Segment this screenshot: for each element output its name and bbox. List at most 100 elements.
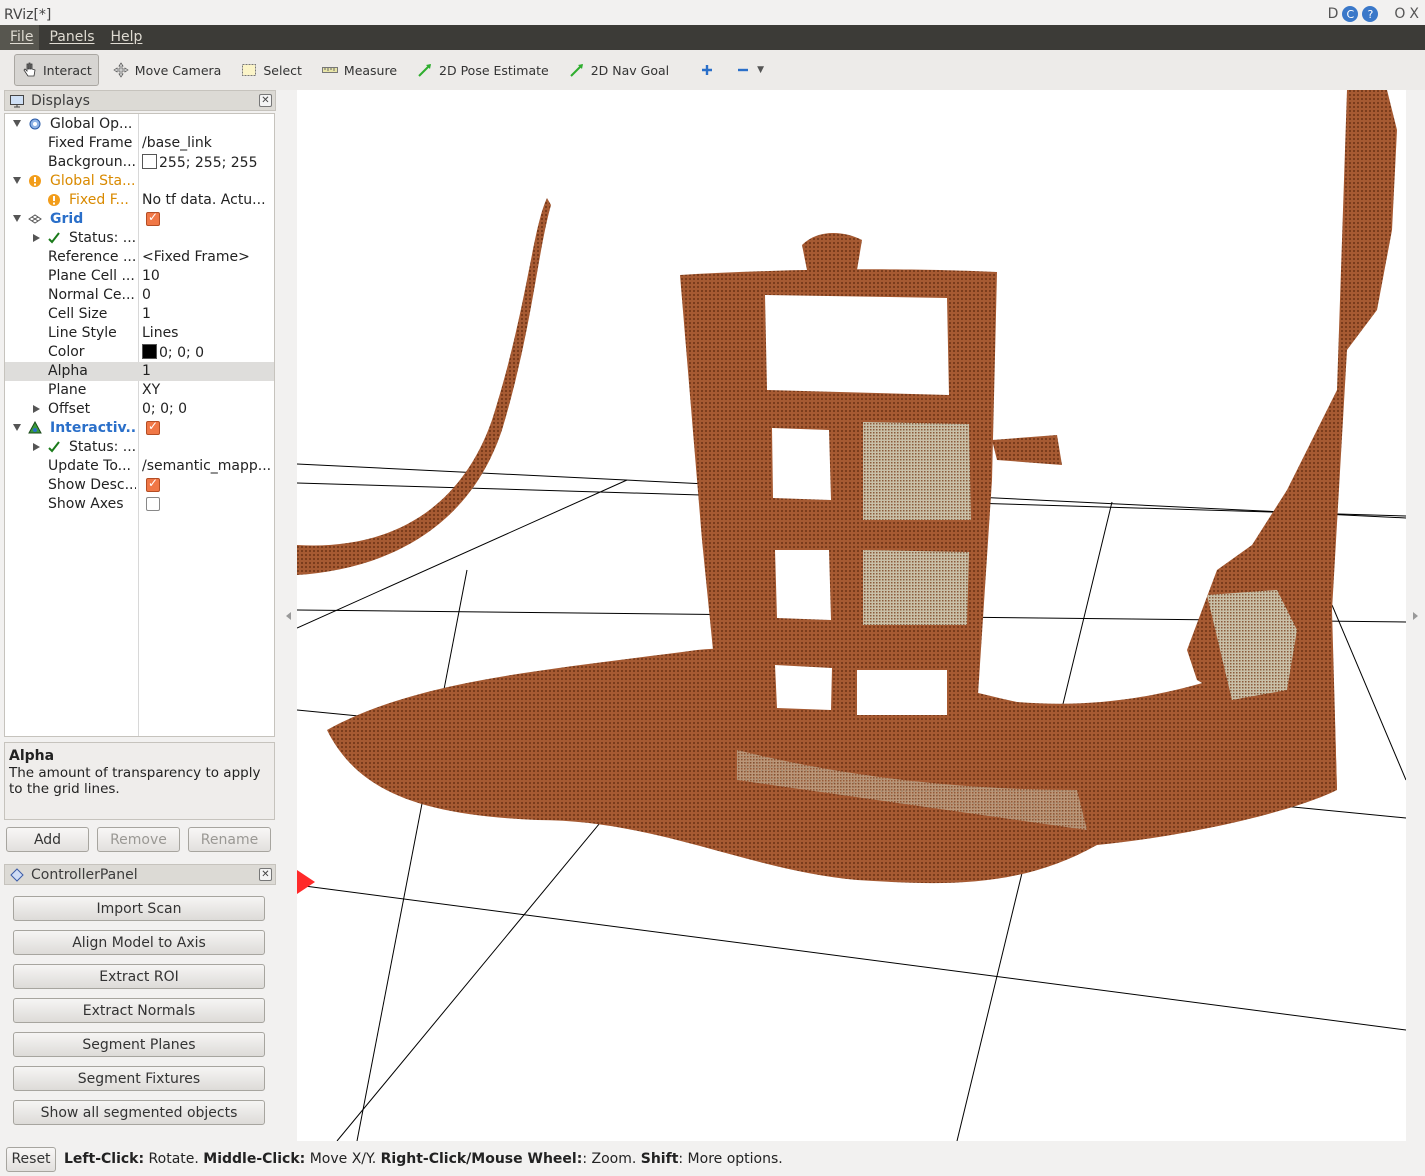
display-row[interactable]: Status: ... [5,438,274,457]
display-row-label: Offset [48,401,91,417]
chevron-right-icon[interactable] [33,234,40,242]
display-row-label: Show Desc... [48,477,136,493]
display-checkbox[interactable] [146,497,160,511]
splitter-handle[interactable] [286,612,291,620]
window-title: RViz[*] [4,7,52,23]
tool-bar: Interact Move Camera Select Measure 2D P… [0,50,1425,90]
display-row[interactable]: Global Sta... [5,172,274,191]
display-row-label: Interactiv... [50,420,136,436]
render-viewport[interactable] [297,90,1406,1141]
display-checkbox[interactable] [146,210,160,226]
rename-button[interactable]: Rename [188,827,271,852]
display-row[interactable]: Cell Size 1 [5,305,274,324]
chevron-down-icon[interactable] [13,177,21,184]
remove-tool-button[interactable]: ▼ [729,54,770,86]
segment-planes-button[interactable]: Segment Planes [13,1032,265,1057]
tool-label: Select [263,62,302,78]
display-checkbox[interactable] [146,419,160,435]
display-row-value[interactable]: No tf data. Actu... [142,192,274,208]
tool-2d-nav-goal[interactable]: 2D Nav Goal [563,54,675,86]
display-row-value[interactable]: <Fixed Frame> [142,249,274,265]
window-control-c[interactable]: C [1342,6,1359,22]
display-checkbox[interactable] [146,476,160,492]
show-segmented-button[interactable]: Show all segmented objects [13,1100,265,1125]
display-row[interactable]: Plane XY [5,381,274,400]
display-row-value[interactable]: 10 [142,268,274,284]
align-model-button[interactable]: Align Model to Axis [13,930,265,955]
chevron-down-icon[interactable] [13,424,21,431]
close-icon[interactable]: X [1409,6,1419,22]
display-row[interactable]: Global Op... [5,115,274,134]
display-row[interactable]: Update To... /semantic_mapp... [5,457,274,476]
displays-tree[interactable]: Global Op... Fixed Frame/base_link Backgro… [4,113,275,737]
chevron-down-icon[interactable] [13,120,21,127]
controller-panel-title: ControllerPanel ✕ [4,864,276,885]
add-button[interactable]: Add [6,827,89,852]
display-row-value[interactable]: /base_link [142,135,274,151]
menu-file[interactable]: File [0,25,40,50]
display-row-value[interactable]: 0 [142,287,274,303]
color-swatch[interactable] [142,344,157,359]
display-row[interactable]: Backgroun... 255; 255; 255 [5,153,274,172]
display-row-value[interactable]: /semantic_mapp... [142,458,274,474]
segment-fixtures-button[interactable]: Segment Fixtures [13,1066,265,1091]
extract-normals-button[interactable]: Extract Normals [13,998,265,1023]
display-row-value[interactable]: Lines [142,325,274,341]
display-row-value[interactable]: XY [142,382,274,398]
display-row-label: Grid [50,211,84,227]
chevron-down-icon[interactable] [13,215,21,222]
extract-roi-button[interactable]: Extract ROI [13,964,265,989]
tool-move-camera[interactable]: Move Camera [107,54,228,86]
splitter-handle[interactable] [1413,612,1418,620]
hand-pointer-icon [21,62,37,78]
display-row[interactable]: Fixed F... No tf data. Actu... [5,191,274,210]
display-row-value[interactable]: 1 [142,306,274,322]
chevron-right-icon[interactable] [33,405,40,413]
display-row[interactable]: Status: ... [5,229,274,248]
close-icon[interactable]: ✕ [259,868,272,881]
tool-select[interactable]: Select [235,54,308,86]
display-row-value[interactable]: 1 [142,363,274,379]
display-row[interactable]: Color 0; 0; 0 [5,343,274,362]
menu-panels[interactable]: Panels [39,25,100,50]
tool-label: Measure [343,62,398,78]
display-row[interactable]: Interactiv... [5,419,274,438]
add-tool-button[interactable] [693,54,721,86]
controller-title: ControllerPanel [31,866,138,883]
display-row[interactable]: Grid [5,210,274,229]
tool-measure[interactable]: Measure [316,54,403,86]
hint-text: : More options. [678,1151,783,1167]
display-row[interactable]: Fixed Frame/base_link [5,134,274,153]
warning-icon [47,193,61,207]
display-row[interactable]: Plane Cell ... 10 [5,267,274,286]
display-row-label: Cell Size [48,306,108,322]
display-row[interactable]: Show Axes [5,495,274,514]
right-dock-strip [1406,90,1425,1141]
reset-button[interactable]: Reset [6,1146,56,1172]
display-row[interactable]: Line Style Lines [5,324,274,343]
hint-key: Shift [640,1151,679,1167]
close-icon[interactable]: ✕ [259,94,272,107]
display-row-value[interactable]: 0; 0; 0 [142,344,274,361]
window-control-o[interactable]: O [1394,6,1405,22]
window-control-d[interactable]: D [1328,6,1339,22]
display-row-label: Plane [48,382,87,398]
display-row[interactable]: Reference ... <Fixed Frame> [5,248,274,267]
display-row-label: Show Axes [48,496,124,512]
import-scan-button[interactable]: Import Scan [13,896,265,921]
display-row[interactable]: Show Desc... [5,476,274,495]
help-icon[interactable]: ? [1362,6,1379,22]
chevron-down-icon[interactable]: ▼ [757,65,764,75]
display-row[interactable]: Normal Ce... 0 [5,286,274,305]
remove-button[interactable]: Remove [97,827,180,852]
tool-interact[interactable]: Interact [14,54,99,86]
left-dock: Displays ✕ Global Op... Fixed Frame/base_… [4,90,276,1125]
chevron-right-icon[interactable] [33,443,40,451]
display-row-value[interactable]: 255; 255; 255 [142,154,274,171]
menu-help[interactable]: Help [101,25,149,50]
display-row-value[interactable]: 0; 0; 0 [142,401,274,417]
display-row[interactable]: Offset 0; 0; 0 [5,400,274,419]
tool-2d-pose-estimate[interactable]: 2D Pose Estimate [411,54,555,86]
color-swatch[interactable] [142,154,157,169]
display-row[interactable]: Alpha 1 [5,362,274,381]
